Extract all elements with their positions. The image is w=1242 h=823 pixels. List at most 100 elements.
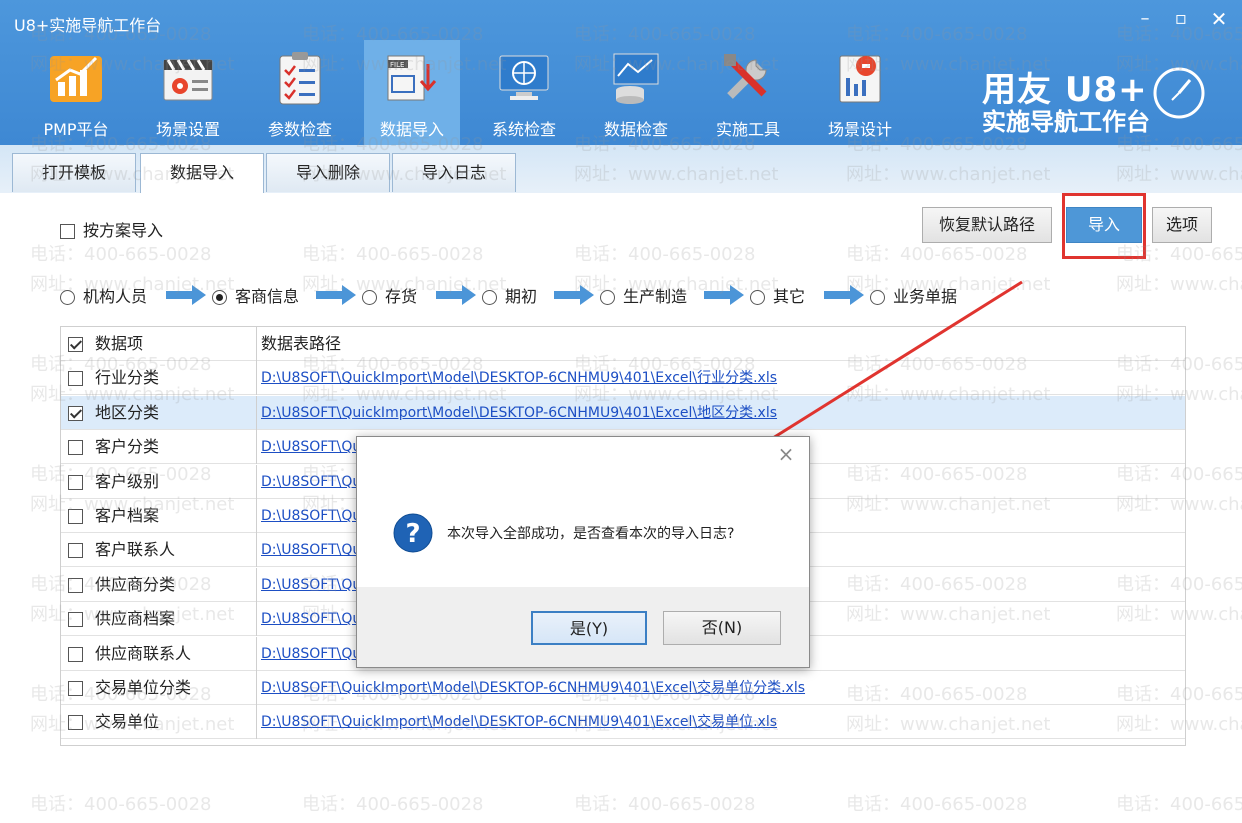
step-arrow-icon: [166, 285, 206, 305]
options-button[interactable]: 选项: [1152, 207, 1212, 243]
column-header-item: 数据项: [61, 327, 257, 361]
data-item-cell: 地区分类: [61, 395, 257, 430]
close-button[interactable]: ✕: [1206, 8, 1232, 30]
step-option[interactable]: 期初: [482, 283, 537, 307]
step-label: 期初: [505, 287, 538, 306]
step-arrow-icon: [436, 285, 476, 305]
step-option[interactable]: 机构人员: [60, 283, 147, 307]
dialog-button-area: 是(Y) 否(N): [357, 587, 809, 667]
toolbar-item-label: PMP平台: [43, 120, 109, 139]
no-button[interactable]: 否(N): [663, 611, 781, 645]
data-path-link[interactable]: D:\U8SOFT\QuickImport\Model\DESKTOP-6CNH…: [261, 671, 805, 705]
radio-button[interactable]: [600, 290, 615, 305]
row-checkbox[interactable]: [68, 440, 83, 456]
select-all-checkbox[interactable]: [68, 337, 83, 352]
import-button-highlight-box: [1062, 193, 1146, 259]
row-checkbox[interactable]: [68, 474, 83, 490]
title-and-toolbar-area: U8+实施导航工作台 – ▫ ✕ PMP平台 场景设置 参数检查 FILE 数据…: [0, 0, 1242, 145]
table-row[interactable]: 行业分类 D:\U8SOFT\QuickImport\Model\DESKTOP-…: [61, 361, 1185, 396]
data-item-name: 客户级别: [95, 471, 160, 491]
row-checkbox[interactable]: [68, 681, 83, 696]
data-item-cell: 交易单位: [61, 705, 257, 740]
row-checkbox[interactable]: [68, 509, 83, 524]
data-path-link[interactable]: D:\U8SOFT\QuickImport\Model\DESKTOP-6CNH…: [261, 361, 777, 395]
dialog-close-button[interactable]: ×: [775, 443, 797, 465]
data-import-icon: FILE: [387, 55, 437, 101]
step-label: 存货: [385, 287, 418, 306]
row-checkbox[interactable]: [68, 371, 83, 387]
radio-button[interactable]: [870, 290, 885, 305]
data-path-link[interactable]: D:\U8SOFT\QuickImport\Model\DESKTOP-6CNH…: [261, 396, 777, 430]
svg-text:FILE: FILE: [390, 61, 404, 69]
radio-button[interactable]: [60, 290, 75, 305]
data-item-cell: 客户档案: [61, 499, 257, 533]
data-path-link[interactable]: D:\U8SOFT\Qu: [261, 465, 361, 499]
step-arrow-icon: [554, 285, 594, 305]
step-arrow-icon: [704, 285, 744, 305]
tab-bar: 打开模板 数据导入 导入删除 导入日志: [0, 145, 1242, 194]
data-item-cell: 供应商联系人: [61, 636, 257, 671]
row-checkbox[interactable]: [68, 577, 83, 593]
scheme-import-checkbox[interactable]: 按方案导入: [60, 217, 163, 241]
table-header-row: 数据项 数据表路径: [61, 327, 1185, 361]
yes-button[interactable]: 是(Y): [531, 611, 647, 645]
tab-data-import[interactable]: 数据导入: [140, 153, 264, 194]
data-item-name: 客户档案: [95, 506, 160, 525]
row-checkbox[interactable]: [68, 405, 83, 421]
row-checkbox[interactable]: [68, 543, 83, 559]
radio-button[interactable]: [750, 290, 765, 305]
import-step-selector: 机构人员 客商信息 存货 期初 生产制造 其它 业务单据: [60, 283, 1060, 307]
step-option[interactable]: 存货: [362, 283, 417, 307]
toolbar-item-scene-design[interactable]: 场景设计: [812, 40, 908, 145]
table-row[interactable]: 交易单位分类 D:\U8SOFT\QuickImport\Model\DESKTO…: [61, 671, 1185, 705]
row-checkbox[interactable]: [68, 612, 83, 628]
toolbar-item-label: 场景设置: [155, 120, 220, 139]
brand-subtitle: 实施导航工作台: [982, 108, 1150, 136]
window-title: U8+实施导航工作台: [14, 16, 162, 35]
toolbar-item-scene-settings[interactable]: 场景设置: [140, 40, 236, 145]
step-label: 业务单据: [893, 287, 958, 306]
toolbar-item-data-check[interactable]: 数据检查: [588, 40, 684, 145]
tab-import-log[interactable]: 导入日志: [392, 153, 516, 192]
data-path-link[interactable]: D:\U8SOFT\Qu: [261, 430, 361, 464]
toolbar-item-implementation-tools[interactable]: 实施工具: [700, 40, 796, 145]
scheme-import-label: 按方案导入: [83, 221, 164, 240]
data-path-link[interactable]: D:\U8SOFT\Qu: [261, 499, 361, 533]
radio-button[interactable]: [212, 290, 227, 305]
data-path-link[interactable]: D:\U8SOFT\Qu: [261, 568, 361, 602]
parameter-check-icon: [279, 52, 321, 105]
step-option[interactable]: 客商信息: [212, 283, 299, 307]
step-label: 生产制造: [623, 287, 688, 306]
step-option[interactable]: 生产制造: [600, 283, 687, 307]
tab-open-template[interactable]: 打开模板: [12, 153, 136, 192]
restore-default-path-button[interactable]: 恢复默认路径: [922, 207, 1052, 243]
data-path-link[interactable]: D:\U8SOFT\QuickImport\Model\DESKTOP-6CNH…: [261, 705, 777, 739]
radio-button[interactable]: [362, 290, 377, 305]
step-option[interactable]: 业务单据: [870, 283, 957, 307]
brand-logo: 用友 U8+ 实施导航工作台: [982, 58, 1222, 138]
compass-clock-icon: [1153, 67, 1205, 119]
data-path-link[interactable]: D:\U8SOFT\Qu: [261, 637, 361, 671]
table-row[interactable]: 地区分类 D:\U8SOFT\QuickImport\Model\DESKTOP-…: [61, 395, 1185, 430]
toolbar-item-parameter-check[interactable]: 参数检查: [252, 40, 348, 145]
toolbar-item-data-import[interactable]: FILE 数据导入: [364, 40, 460, 145]
toolbar-item-label: 数据导入: [379, 120, 444, 139]
data-path-link[interactable]: D:\U8SOFT\Qu: [261, 533, 361, 567]
radio-button[interactable]: [482, 290, 497, 305]
row-checkbox[interactable]: [68, 715, 83, 731]
checkbox[interactable]: [60, 224, 75, 239]
toolbar-item-system-check[interactable]: 系统检查: [476, 40, 572, 145]
row-checkbox[interactable]: [68, 646, 83, 662]
data-item-name: 行业分类: [95, 368, 160, 388]
tab-import-delete[interactable]: 导入删除: [266, 153, 390, 192]
data-item-cell: 客户分类: [61, 430, 257, 465]
data-path-link[interactable]: D:\U8SOFT\Qu: [261, 602, 361, 636]
svg-text:?: ?: [405, 519, 420, 549]
step-option[interactable]: 其它: [750, 283, 805, 307]
table-row[interactable]: 交易单位 D:\U8SOFT\QuickImport\Model\DESKTOP-…: [61, 705, 1185, 740]
scene-design-icon: [839, 55, 881, 103]
toolbar-item-pmp[interactable]: PMP平台: [28, 40, 124, 145]
data-check-icon: [613, 53, 659, 104]
minimize-button[interactable]: –: [1132, 8, 1158, 30]
maximize-button[interactable]: ▫: [1168, 8, 1194, 30]
